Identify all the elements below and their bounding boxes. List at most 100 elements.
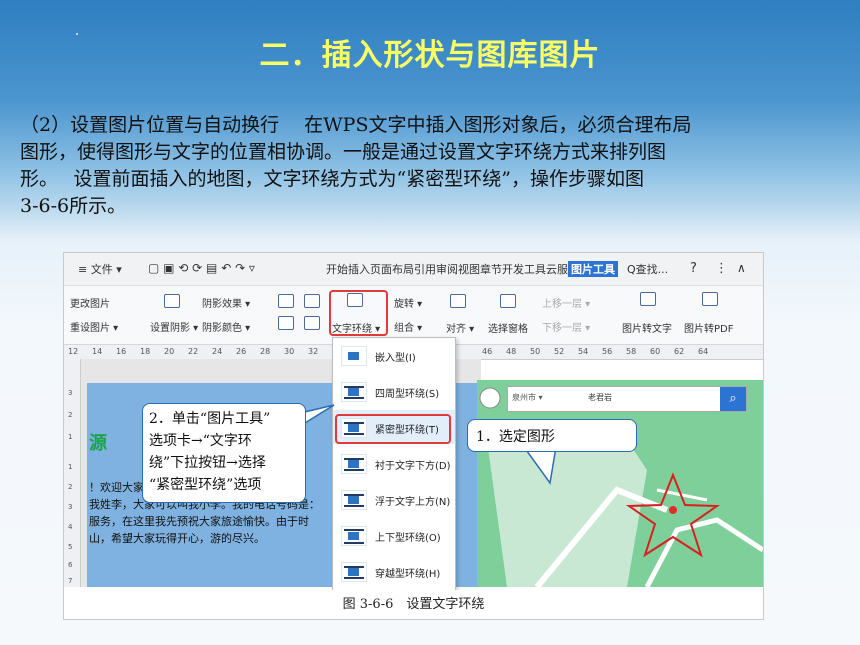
ruler-tick: 62 [674, 347, 685, 356]
nudge-icon[interactable] [278, 316, 294, 330]
pic-to-pdf-icon [702, 292, 718, 306]
shadow-effect-button[interactable]: 阴影效果 ▾ [202, 295, 250, 310]
wrap-option-label: 四周型环绕(S) [375, 389, 440, 400]
send-backward-button[interactable]: 下移一层 ▾ [542, 319, 590, 334]
shadow-icon [164, 294, 180, 308]
wrap-option-label: 上下型环绕(O) [375, 533, 441, 544]
banner-text-left: 源 [89, 433, 107, 454]
group-button[interactable]: 组合 ▾ [394, 319, 422, 334]
ruler-tick: 1 [68, 463, 73, 471]
rotate-button[interactable]: 旋转 ▾ [394, 295, 422, 310]
ruler-tick: 6 [68, 561, 73, 569]
align-button[interactable]: 对齐 ▾ [446, 320, 474, 335]
figure-caption: 图 3-6-6 设置文字环绕 [64, 590, 763, 619]
wrap-option-front[interactable]: 浮于文字上方(N) [333, 482, 455, 516]
ruler-tick: 52 [554, 347, 565, 356]
ruler-tick: 4 [68, 523, 73, 531]
ruler-tick: 22 [188, 347, 199, 356]
callout-line: 绕”下拉按钮→选择 [149, 455, 266, 471]
pic-to-pdf-button[interactable]: 图片转PDF [684, 320, 733, 335]
callout-line: “紧密型环绕”选项 [149, 477, 262, 493]
more-icon[interactable]: ⋮ [715, 261, 728, 276]
ruler-tick: 5 [68, 543, 73, 551]
wrap-square-icon [341, 382, 367, 402]
file-menu[interactable]: ≡ 文件 ▾ [78, 261, 122, 277]
paragraph-line: 3-6-6所示。 [20, 195, 127, 217]
ruler-tick: 3 [68, 389, 73, 397]
ruler-tick: 28 [260, 347, 271, 356]
wrap-through-icon [341, 562, 367, 582]
wrap-option-label: 穿越型环绕(H) [375, 569, 441, 580]
wrap-option-behind[interactable]: 衬于文字下方(D) [333, 446, 455, 480]
wrap-behind-icon [341, 454, 367, 474]
map-search-icon[interactable]: ⌕ [720, 387, 746, 411]
nudge-icon[interactable] [304, 294, 320, 308]
ruler-tick: 64 [698, 347, 709, 356]
callout-step1: 1．选定图形 [467, 419, 637, 452]
vertical-ruler: 3 2 1 1 2 3 4 5 6 7 [64, 359, 81, 587]
nudge-icon[interactable] [278, 294, 294, 308]
ruler-tick: 24 [212, 347, 223, 356]
ruler-tick: 60 [650, 347, 661, 356]
nudge-icon[interactable] [304, 316, 320, 330]
callout-pointer [523, 447, 557, 485]
reset-picture-button[interactable]: 重设图片 ▾ [70, 319, 118, 334]
collapse-icon[interactable]: ∧ [737, 261, 746, 275]
set-shadow-button[interactable]: 设置阴影 ▾ [150, 319, 198, 334]
align-icon [450, 294, 466, 308]
wrap-top-bottom-icon [341, 526, 367, 546]
wrap-inline-icon [341, 346, 367, 366]
ruler-tick: 32 [308, 347, 319, 356]
ruler-tick: 1 [68, 433, 73, 441]
pic-to-text-icon [640, 292, 656, 306]
map-search-input[interactable]: 老君岩 [588, 392, 612, 403]
map-city-select[interactable]: 泉州市 ▾ [512, 392, 543, 403]
ruler-tick: 12 [68, 347, 79, 356]
ruler-tick: 2 [68, 411, 73, 419]
quick-access-icons[interactable]: ▢ ▣ ⟲ ⟳ ▤ ↶ ↷ ▿ [148, 261, 255, 275]
ruler-tick: 48 [506, 347, 517, 356]
ruler-tick: 18 [140, 347, 151, 356]
tight-wrap-highlight [335, 414, 451, 444]
wrap-option-square[interactable]: 四周型环绕(S) [333, 374, 455, 408]
paragraph-line: （2）设置图片位置与自动换行 在WPS文字中插入图形对象后，必须合理布局 [20, 114, 692, 136]
text-wrap-dropdown: 嵌入型(I) 四周型环绕(S) 紧密型环绕(T) 衬于文字下方(D) 浮于文字上… [332, 337, 456, 591]
ruler-tick: 58 [626, 347, 637, 356]
shadow-color-button[interactable]: 阴影颜色 ▾ [202, 319, 250, 334]
ruler-tick: 2 [68, 483, 73, 491]
callout-line: 2．单击“图片工具” [149, 411, 271, 427]
menu-bar: ≡ 文件 ▾ ▢ ▣ ⟲ ⟳ ▤ ↶ ↷ ▿ 开始插入页面布局引用审阅视图章节开… [64, 253, 763, 286]
wps-screenshot-figure: ≡ 文件 ▾ ▢ ▣ ⟲ ⟳ ▤ ↶ ↷ ▿ 开始插入页面布局引用审阅视图章节开… [63, 252, 764, 620]
wrap-option-label: 嵌入型(I) [375, 353, 416, 364]
ruler-tick: 7 [68, 577, 73, 585]
wrap-option-label: 浮于文字上方(N) [375, 497, 451, 508]
pic-to-text-button[interactable]: 图片转文字 [622, 320, 672, 335]
wrap-option-through[interactable]: 穿越型环绕(H) [333, 554, 455, 588]
wrap-option-inline[interactable]: 嵌入型(I) [333, 338, 455, 372]
selection-pane-button[interactable]: 选择窗格 [488, 320, 528, 335]
wrap-option-label: 衬于文字下方(D) [375, 461, 451, 472]
callout-line: 1．选定图形 [476, 429, 555, 445]
callout-step2: 2．单击“图片工具” 选项卡→“文字环 绕”下拉按钮→选择 “紧密型环绕”选项 [142, 403, 306, 503]
change-picture-button[interactable]: 更改图片 [70, 295, 110, 310]
help-icon[interactable]: ? [690, 261, 697, 276]
text-wrap-highlight [329, 290, 388, 336]
selection-pane-icon [500, 294, 516, 308]
body-paragraph: （2）设置图片位置与自动换行 在WPS文字中插入图形对象后，必须合理布局 图形，… [20, 112, 840, 220]
ruler-tick: 30 [284, 347, 295, 356]
map-search-bar[interactable]: 泉州市 ▾ 老君岩 ⌕ [507, 386, 747, 412]
slide-title: 二．插入形状与图库图片 [259, 38, 601, 73]
ruler-tick: 26 [236, 347, 247, 356]
tab-picture-tools[interactable]: 图片工具 [568, 261, 618, 277]
ruler-tick: 56 [602, 347, 613, 356]
ribbon-tabs[interactable]: 开始插入页面布局引用审阅视图章节开发工具云服务 [326, 261, 579, 277]
wrap-front-icon [341, 490, 367, 510]
ruler-tick: 16 [116, 347, 127, 356]
wrap-option-top-bottom[interactable]: 上下型环绕(O) [333, 518, 455, 552]
callout-line: 选项卡→“文字环 [149, 433, 252, 449]
ruler-tick: 3 [68, 503, 73, 511]
bring-forward-button[interactable]: 上移一层 ▾ [542, 295, 590, 310]
ruler-tick: 46 [482, 347, 493, 356]
ruler-tick: 20 [164, 347, 175, 356]
search-box[interactable]: Q查找... [627, 261, 668, 277]
